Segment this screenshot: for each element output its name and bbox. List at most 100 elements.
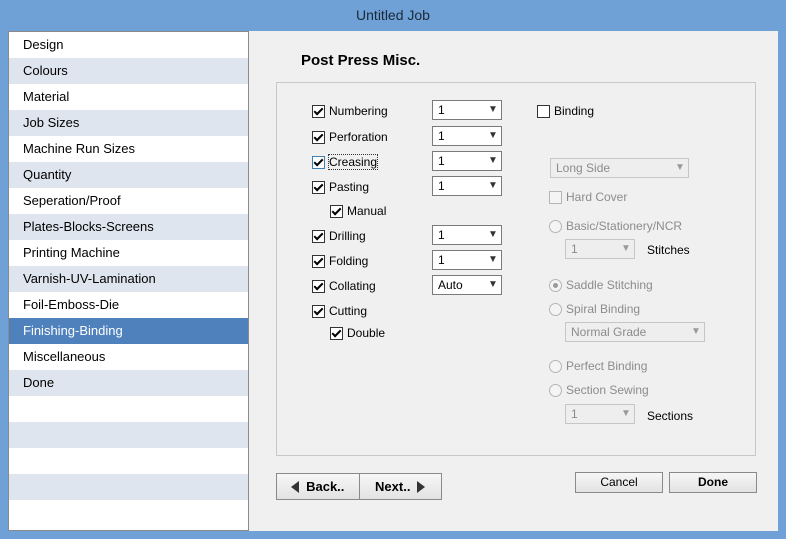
- drilling-option[interactable]: Drilling: [312, 229, 366, 243]
- navigation-buttons: Back.. Next..: [276, 473, 442, 500]
- drilling-checkbox[interactable]: [312, 229, 325, 243]
- perfect-binding-radio[interactable]: [549, 359, 562, 373]
- collating-select[interactable]: Auto ▼: [432, 275, 502, 295]
- arrow-right-icon: [417, 480, 426, 493]
- sections-caption: Sections: [647, 409, 693, 423]
- saddle-stitching-option[interactable]: Saddle Stitching: [549, 278, 653, 292]
- window-title: Untitled Job: [0, 0, 786, 31]
- perforation-label: Perforation: [329, 130, 388, 144]
- folding-select[interactable]: 1 ▼: [432, 250, 502, 270]
- double-option[interactable]: Double: [330, 326, 385, 340]
- chevron-down-icon: ▼: [488, 279, 498, 290]
- numbering-checkbox[interactable]: [312, 104, 325, 118]
- arrow-left-icon: [291, 480, 300, 493]
- basic-stationery-option[interactable]: Basic/Stationery/NCR: [549, 219, 682, 233]
- basic-stationery-radio[interactable]: [549, 219, 562, 233]
- perforation-select-value: 1: [438, 129, 445, 143]
- chevron-down-icon: ▼: [675, 162, 685, 173]
- spiral-grade-value: Normal Grade: [571, 325, 647, 339]
- section-sewing-label: Section Sewing: [566, 383, 649, 397]
- sections-label: Sections: [647, 409, 694, 423]
- sidebar-item-printing-machine[interactable]: Printing Machine: [9, 240, 248, 266]
- stitches-select[interactable]: 1 ▼: [565, 239, 635, 259]
- creasing-option[interactable]: Creasing: [312, 154, 379, 170]
- sidebar-item-finishing-binding[interactable]: Finishing-Binding: [9, 318, 248, 344]
- sidebar: Design Colours Material Job Sizes Machin…: [8, 31, 249, 531]
- creasing-checkbox[interactable]: [312, 155, 325, 169]
- next-button[interactable]: Next..: [358, 474, 442, 499]
- double-label: Double: [347, 326, 386, 340]
- chevron-down-icon: ▼: [488, 254, 498, 265]
- numbering-label: Numbering: [329, 104, 388, 118]
- pasting-label: Pasting: [329, 180, 370, 194]
- cutting-option[interactable]: Cutting: [312, 304, 367, 318]
- perforation-option[interactable]: Perforation: [312, 130, 388, 144]
- sidebar-item-colours[interactable]: Colours: [9, 58, 248, 84]
- chevron-down-icon: ▼: [488, 104, 498, 115]
- sections-select[interactable]: 1 ▼: [565, 404, 635, 424]
- sidebar-item-varnish-uv-lamination[interactable]: Varnish-UV-Lamination: [9, 266, 248, 292]
- sidebar-item-job-sizes[interactable]: Job Sizes: [9, 110, 248, 136]
- section-sewing-radio[interactable]: [549, 383, 562, 397]
- binding-side-select[interactable]: Long Side ▼: [550, 158, 689, 178]
- sidebar-item-miscellaneous[interactable]: Miscellaneous: [9, 344, 248, 370]
- collating-checkbox[interactable]: [312, 279, 325, 293]
- collating-option[interactable]: Collating: [312, 279, 376, 293]
- numbering-option[interactable]: Numbering: [312, 104, 388, 118]
- binding-side-value: Long Side: [556, 161, 611, 175]
- sidebar-item-design[interactable]: Design: [9, 32, 248, 58]
- spiral-binding-radio[interactable]: [549, 302, 562, 316]
- pasting-select[interactable]: 1 ▼: [432, 176, 502, 196]
- spiral-binding-label: Spiral Binding: [566, 302, 641, 316]
- folding-option[interactable]: Folding: [312, 254, 368, 268]
- perforation-checkbox[interactable]: [312, 130, 325, 144]
- sidebar-item-seperation-proof[interactable]: Seperation/Proof: [9, 188, 248, 214]
- sidebar-item-plates-blocks-screens[interactable]: Plates-Blocks-Screens: [9, 214, 248, 240]
- folding-select-value: 1: [438, 253, 445, 267]
- drilling-select-value: 1: [438, 228, 445, 242]
- sidebar-empty-row: [9, 474, 248, 500]
- collating-select-value: Auto: [438, 278, 463, 292]
- chevron-down-icon: ▼: [621, 243, 631, 254]
- hard-cover-checkbox[interactable]: [549, 190, 562, 204]
- hard-cover-label: Hard Cover: [566, 190, 628, 204]
- sidebar-item-machine-run-sizes[interactable]: Machine Run Sizes: [9, 136, 248, 162]
- back-button[interactable]: Back..: [277, 474, 359, 499]
- sidebar-empty-row: [9, 422, 248, 448]
- perforation-select[interactable]: 1 ▼: [432, 126, 502, 146]
- sidebar-item-quantity[interactable]: Quantity: [9, 162, 248, 188]
- perfect-binding-option[interactable]: Perfect Binding: [549, 359, 647, 373]
- chevron-down-icon: ▼: [621, 408, 631, 419]
- double-checkbox[interactable]: [330, 326, 343, 340]
- sidebar-empty-row: [9, 396, 248, 422]
- collating-label: Collating: [329, 279, 376, 293]
- cutting-checkbox[interactable]: [312, 304, 325, 318]
- pasting-option[interactable]: Pasting: [312, 180, 369, 194]
- binding-checkbox[interactable]: [537, 104, 550, 118]
- manual-option[interactable]: Manual: [330, 204, 386, 218]
- done-button[interactable]: Done: [669, 472, 757, 493]
- binding-label: Binding: [554, 104, 595, 118]
- creasing-select[interactable]: 1 ▼: [432, 151, 502, 171]
- dialog-body: Design Colours Material Job Sizes Machin…: [8, 31, 778, 531]
- saddle-stitching-radio[interactable]: [549, 278, 562, 292]
- manual-checkbox[interactable]: [330, 204, 343, 218]
- drilling-select[interactable]: 1 ▼: [432, 225, 502, 245]
- folding-checkbox[interactable]: [312, 254, 325, 268]
- pasting-checkbox[interactable]: [312, 180, 325, 194]
- sidebar-item-foil-emboss-die[interactable]: Foil-Emboss-Die: [9, 292, 248, 318]
- sidebar-item-material[interactable]: Material: [9, 84, 248, 110]
- spiral-binding-option[interactable]: Spiral Binding: [549, 302, 640, 316]
- saddle-stitching-label: Saddle Stitching: [566, 278, 653, 292]
- section-sewing-option[interactable]: Section Sewing: [549, 383, 649, 397]
- options-panel: Numbering 1 ▼ Perforation 1 ▼ Creasing 1…: [276, 82, 756, 456]
- binding-option[interactable]: Binding: [537, 104, 594, 118]
- numbering-select[interactable]: 1 ▼: [432, 100, 502, 120]
- sidebar-item-done[interactable]: Done: [9, 370, 248, 396]
- spiral-grade-select[interactable]: Normal Grade ▼: [565, 322, 705, 342]
- back-button-label: Back..: [306, 479, 345, 494]
- numbering-select-value: 1: [438, 103, 445, 117]
- cancel-button[interactable]: Cancel: [575, 472, 663, 493]
- hard-cover-option[interactable]: Hard Cover: [549, 190, 627, 204]
- folding-label: Folding: [329, 254, 369, 268]
